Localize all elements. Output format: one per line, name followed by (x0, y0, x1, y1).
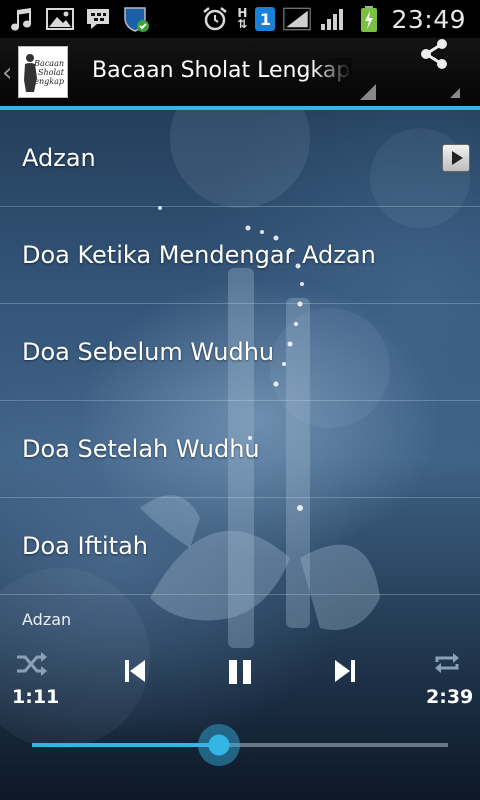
share-icon[interactable] (416, 36, 452, 72)
list-item-label: Doa Iftitah (22, 532, 149, 560)
list-item[interactable]: Doa Iftitah (0, 498, 480, 595)
spinner-indicator-icon (360, 84, 376, 100)
network-type-label: H (237, 6, 248, 20)
sim-indicator: 1 (255, 7, 276, 31)
bbm-icon (84, 5, 112, 33)
shield-icon (122, 5, 150, 33)
app-logo[interactable]: Bacaan Sholat lengkap (18, 46, 68, 98)
person-silhouette-icon (24, 54, 37, 92)
music-icon (8, 5, 36, 33)
shuffle-icon[interactable] (14, 650, 50, 678)
repeat-icon[interactable] (430, 648, 464, 678)
seek-bar-progress (32, 743, 220, 747)
up-caret-icon[interactable]: ‹ (2, 58, 12, 88)
list-item[interactable]: Doa Sebelum Wudhu (0, 304, 480, 401)
list-item[interactable]: Doa Setelah Wudhu (0, 401, 480, 498)
next-track-icon[interactable] (330, 656, 360, 686)
prayer-list: Adzan Doa Ketika Mendengar Adzan Doa Seb… (0, 110, 480, 595)
share-overflow-indicator-icon (450, 88, 460, 98)
list-item-label: Doa Setelah Wudhu (22, 435, 260, 463)
signal-icon (283, 5, 312, 33)
status-bar: H ⇅ 1 23:49 (0, 0, 480, 38)
pause-button[interactable] (222, 656, 258, 688)
status-clock: 23:49 (391, 4, 466, 34)
seek-bar-thumb[interactable] (198, 724, 241, 766)
list-item-label: Doa Ketika Mendengar Adzan (22, 241, 376, 269)
cell-signal-icon (319, 5, 347, 33)
battery-icon (355, 5, 383, 33)
play-icon[interactable] (442, 144, 470, 172)
logo-text-line-2: Sholat (38, 67, 64, 77)
list-item-label: Doa Sebelum Wudhu (22, 338, 275, 366)
network-type-indicator: H ⇅ (237, 6, 248, 31)
gallery-icon (46, 5, 74, 33)
list-item[interactable]: Adzan (0, 110, 480, 207)
action-bar: ‹ Bacaan Sholat lengkap Bacaan Sholat Le… (0, 38, 480, 110)
total-duration: 2:39 (426, 686, 474, 708)
list-item-label: Adzan (22, 144, 96, 172)
list-item[interactable]: Doa Ketika Mendengar Adzan (0, 207, 480, 304)
seek-bar[interactable] (32, 724, 448, 766)
app-title[interactable]: Bacaan Sholat Lengkap (92, 58, 352, 83)
media-player: Adzan 1:11 2:39 (0, 604, 480, 800)
elapsed-time: 1:11 (12, 686, 60, 708)
alarm-icon (201, 5, 229, 33)
now-playing-title: Adzan (22, 610, 72, 629)
previous-track-icon[interactable] (120, 656, 150, 686)
